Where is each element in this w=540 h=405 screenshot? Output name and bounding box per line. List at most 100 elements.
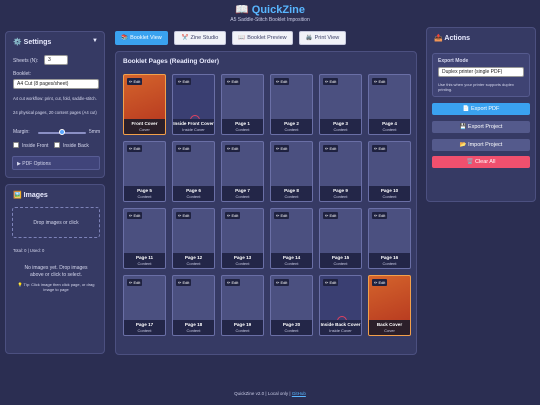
edit-page-button[interactable]: ✏ Edit: [127, 212, 143, 219]
edit-page-button[interactable]: ✏ Edit: [225, 145, 241, 152]
booklet-select[interactable]: A4 Cut (8 pages/sheet): [13, 79, 99, 89]
page-type: Content: [186, 194, 201, 199]
edit-page-button[interactable]: ✏ Edit: [274, 145, 290, 152]
booklet-page[interactable]: ✏ Edit Page 14 Content: [270, 208, 313, 269]
booklet-page[interactable]: ✏ Edit Page 13 Content: [221, 208, 264, 269]
edit-page-button[interactable]: ✏ Edit: [274, 212, 290, 219]
edit-page-button[interactable]: ✏ Edit: [372, 212, 388, 219]
booklet-page[interactable]: ✏ Edit Inside Front Cover Inside Cover: [172, 74, 215, 135]
page-type: Inside Cover: [329, 328, 352, 333]
page-caption: Page 6 Content: [173, 186, 214, 201]
inside-front-checkbox[interactable]: [13, 142, 19, 148]
page-caption: Page 5 Content: [124, 186, 165, 201]
edit-page-button[interactable]: ✏ Edit: [225, 279, 241, 286]
workflow-note: A4 cut workflow: print, cut, fold, saddl…: [13, 96, 97, 101]
inside-front-label: Inside Front: [22, 143, 49, 149]
margin-label: Margin:: [13, 129, 30, 135]
page-name: Inside Back Cover: [320, 322, 361, 327]
booklet-page[interactable]: ✏ Edit Page 15 Content: [319, 208, 362, 269]
page-type: Content: [235, 194, 250, 199]
edit-page-button[interactable]: ✏ Edit: [323, 212, 339, 219]
edit-page-button[interactable]: ✏ Edit: [372, 279, 388, 286]
sheets-input[interactable]: 3: [44, 55, 68, 65]
edit-page-button[interactable]: ✏ Edit: [274, 78, 290, 85]
edit-page-button[interactable]: ✏ Edit: [176, 78, 192, 85]
edit-page-button[interactable]: ✏ Edit: [176, 279, 192, 286]
page-type: Inside Cover: [182, 127, 205, 132]
export-mode-label: Export Mode: [438, 58, 469, 64]
booklet-page[interactable]: ✏ Edit Page 7 Content: [221, 141, 264, 202]
edit-page-button[interactable]: ✏ Edit: [225, 212, 241, 219]
booklet-page[interactable]: ✏ Edit Page 8 Content: [270, 141, 313, 202]
page-type: Content: [235, 261, 250, 266]
edit-page-button[interactable]: ✏ Edit: [225, 78, 241, 85]
edit-page-button[interactable]: ✏ Edit: [176, 212, 192, 219]
image-icon: 🖼️: [13, 192, 22, 199]
open-book-icon: 📖: [238, 35, 246, 41]
clear-all-button[interactable]: 🗑️ Clear All: [432, 156, 530, 168]
import-project-button[interactable]: 📂 Import Project: [432, 139, 530, 151]
booklet-page[interactable]: ✏ Edit Page 11 Content: [123, 208, 166, 269]
booklet-page[interactable]: ✏ Edit Page 6 Content: [172, 141, 215, 202]
booklet-page[interactable]: ✏ Edit Back Cover Cover: [368, 275, 411, 336]
edit-page-button[interactable]: ✏ Edit: [323, 78, 339, 85]
page-caption: Page 19 Content: [222, 320, 263, 335]
inside-back-checkbox[interactable]: [54, 142, 60, 148]
booklet-page[interactable]: ✏ Edit Page 3 Content: [319, 74, 362, 135]
export-pdf-button[interactable]: 📄 Export PDF: [432, 103, 530, 115]
booklet-page[interactable]: ✏ Edit Page 20 Content: [270, 275, 313, 336]
edit-page-button[interactable]: ✏ Edit: [323, 279, 339, 286]
edit-page-button[interactable]: ✏ Edit: [127, 279, 143, 286]
booklet-page[interactable]: ✏ Edit Front Cover Cover: [123, 74, 166, 135]
booklet-page[interactable]: ✏ Edit Page 12 Content: [172, 208, 215, 269]
booklet-page[interactable]: ✏ Edit Page 9 Content: [319, 141, 362, 202]
github-link[interactable]: GitHub: [292, 391, 306, 396]
booklet-page[interactable]: ✏ Edit Page 16 Content: [368, 208, 411, 269]
booklet-page[interactable]: ✏ Edit Page 4 Content: [368, 74, 411, 135]
page-type: Content: [284, 328, 299, 333]
edit-page-button[interactable]: ✏ Edit: [274, 279, 290, 286]
page-name: Page 10: [380, 188, 399, 193]
booklet-page[interactable]: ✏ Edit Page 17 Content: [123, 275, 166, 336]
margin-slider-thumb[interactable]: [59, 129, 65, 135]
edit-page-button[interactable]: ✏ Edit: [323, 145, 339, 152]
page-caption: Page 14 Content: [271, 253, 312, 268]
edit-page-button[interactable]: ✏ Edit: [176, 145, 192, 152]
page-caption: Front Cover Cover: [124, 119, 165, 134]
pdf-options-toggle[interactable]: ▶ PDF Options: [12, 156, 100, 170]
page-caption: Page 17 Content: [124, 320, 165, 335]
booklet-page[interactable]: ✏ Edit Inside Back Cover Inside Cover: [319, 275, 362, 336]
tab-zine-studio[interactable]: ✂️ Zine Studio: [174, 31, 226, 45]
app-subtitle: A5 Saddle-Stitch Booklet Imposition: [230, 17, 310, 23]
page-type: Content: [137, 328, 152, 333]
export-project-button[interactable]: 💾 Export Project: [432, 121, 530, 133]
edit-page-button[interactable]: ✏ Edit: [372, 145, 388, 152]
actions-title: 📤 Actions: [434, 35, 471, 42]
images-panel: 🖼️ Images Drop images or click Total: 0 …: [5, 184, 105, 354]
tab-print-view[interactable]: 🖨️ Print View: [299, 31, 346, 45]
page-type: Content: [382, 194, 397, 199]
page-caption: Page 16 Content: [369, 253, 410, 268]
edit-page-button[interactable]: ✏ Edit: [127, 78, 143, 85]
sheets-label: Sheets (N):: [13, 58, 39, 64]
page-caption: Page 1 Content: [222, 119, 263, 134]
export-mode-select[interactable]: Duplex printer (single PDF): [438, 67, 524, 77]
booklet-page[interactable]: ✏ Edit Page 5 Content: [123, 141, 166, 202]
footer-text: QuickZine v2.0 | Local only |: [234, 391, 291, 396]
tab-booklet-view[interactable]: 📚 Booklet View: [115, 31, 168, 45]
edit-page-button[interactable]: ✏ Edit: [372, 78, 388, 85]
image-drop-zone[interactable]: Drop images or click: [12, 207, 100, 238]
page-type: Content: [137, 261, 152, 266]
booklet-page[interactable]: ✏ Edit Page 19 Content: [221, 275, 264, 336]
booklet-page[interactable]: ✏ Edit Page 18 Content: [172, 275, 215, 336]
page-name: Inside Front Cover: [173, 121, 214, 126]
page-name: Page 19: [233, 322, 252, 327]
booklet-label: Booklet:: [13, 71, 32, 77]
page-name: Page 3: [333, 121, 348, 126]
booklet-page[interactable]: ✏ Edit Page 10 Content: [368, 141, 411, 202]
booklet-page[interactable]: ✏ Edit Page 2 Content: [270, 74, 313, 135]
tab-booklet-preview[interactable]: 📖 Booklet Preview: [232, 31, 293, 45]
booklet-page[interactable]: ✏ Edit Page 1 Content: [221, 74, 264, 135]
collapse-chevron-icon[interactable]: ▼: [92, 38, 98, 44]
edit-page-button[interactable]: ✏ Edit: [127, 145, 143, 152]
